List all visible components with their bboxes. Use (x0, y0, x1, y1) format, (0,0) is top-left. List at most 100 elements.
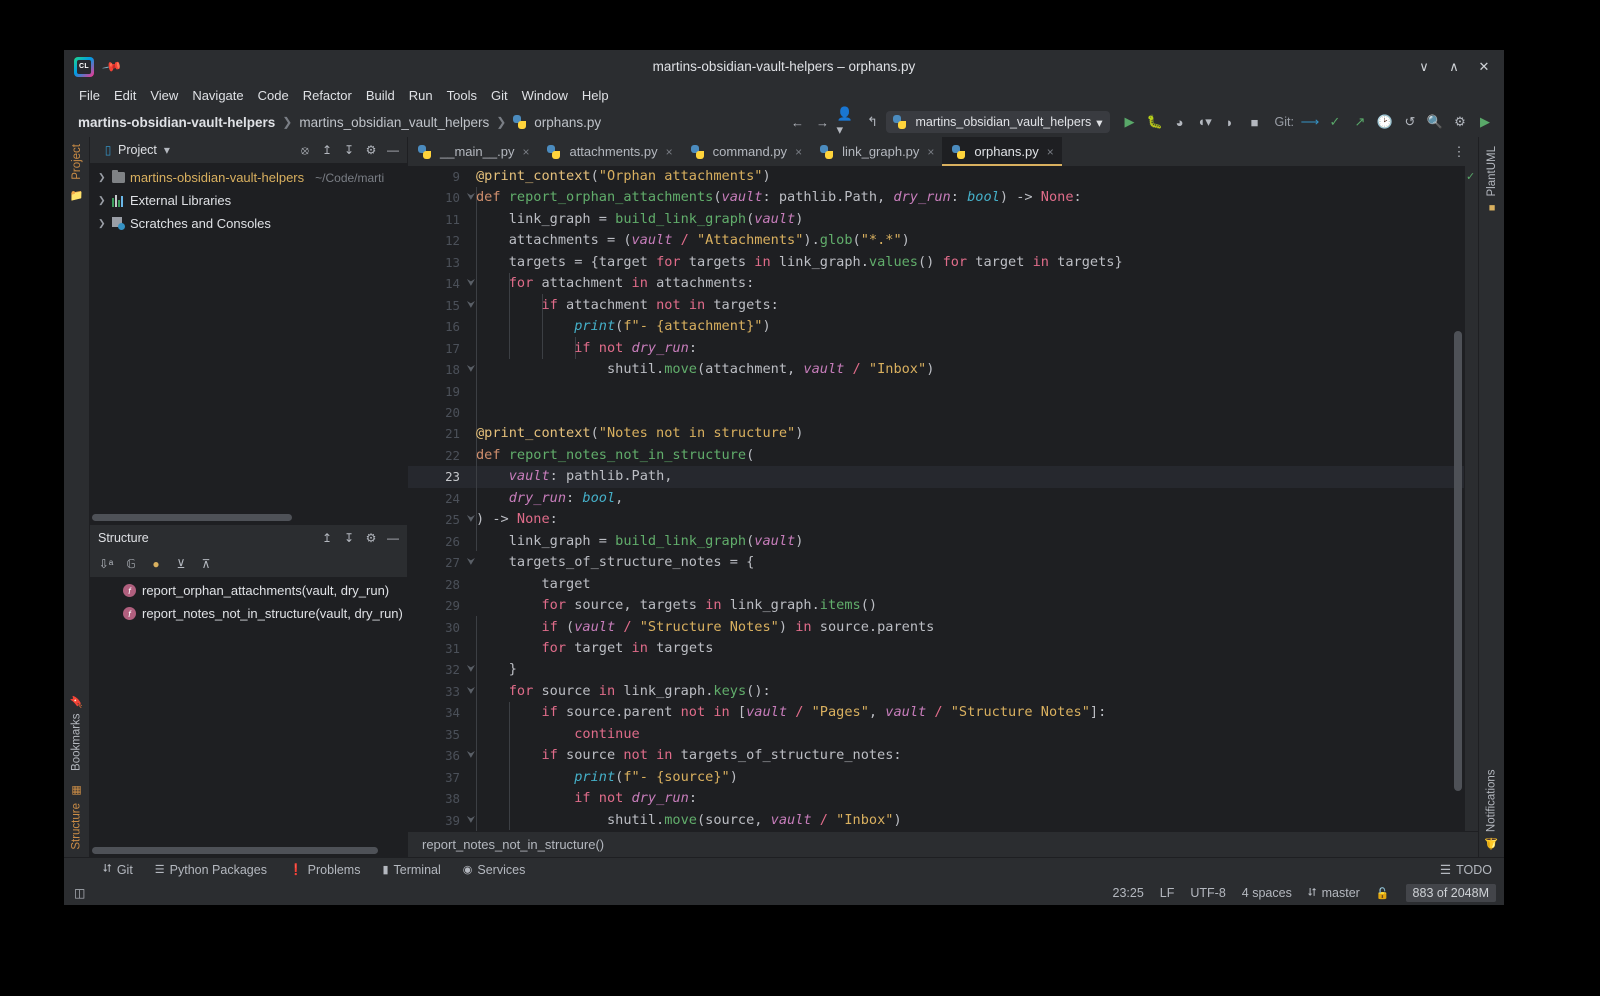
editor-tab-link_graph[interactable]: link_graph.py × (810, 137, 942, 166)
push-icon[interactable]: ↗ (1349, 111, 1371, 133)
hide-panel-icon[interactable]: — (383, 528, 403, 548)
structure-horizontal-scrollbar[interactable] (92, 847, 378, 854)
close-icon[interactable]: × (666, 145, 673, 159)
editor-tab-attachments[interactable]: attachments.py × (537, 137, 680, 166)
select-opened-file-icon[interactable]: ⦻ (295, 140, 315, 160)
expand-all-icon[interactable]: ↥ (317, 140, 337, 160)
sort-alphabetically-icon[interactable]: ⇩ᵃ (95, 554, 117, 574)
editor-tab-orphans[interactable]: orphans.py × (942, 137, 1063, 166)
breadcrumb-file[interactable]: orphans.py (534, 115, 601, 130)
menu-window[interactable]: Window (515, 86, 575, 105)
structure-item[interactable]: f report_orphan_attachments(vault, dry_r… (90, 579, 407, 602)
menu-tools[interactable]: Tools (440, 86, 484, 105)
breadcrumb-package[interactable]: martins_obsidian_vault_helpers (299, 115, 489, 130)
update-project-icon[interactable]: ⟶ (1299, 111, 1321, 133)
close-icon[interactable]: × (1047, 145, 1054, 159)
run-button[interactable]: ▶ (1119, 111, 1141, 133)
editor-tab-command[interactable]: command.py × (681, 137, 810, 166)
chevron-right-icon[interactable]: ❯ (98, 218, 106, 229)
arrow-right-icon[interactable]: → (811, 111, 833, 133)
structure-list[interactable]: f report_orphan_attachments(vault, dry_r… (90, 577, 407, 857)
code-editor[interactable]: 9 10 11 12 13 14 15 16 17 18 19 20 21 22 23 24 25 26 27 28 2… (408, 166, 1464, 831)
menu-navigate[interactable]: Navigate (185, 86, 250, 105)
tool-tab-plantuml[interactable]: ■ PlantUML (1486, 139, 1498, 221)
tool-tab-bookmarks[interactable]: Bookmarks 🔖 (70, 688, 84, 778)
show-inherited-icon[interactable]: 𝔾 (120, 554, 142, 574)
tool-button-terminal[interactable]: ▮ Terminal (371, 863, 451, 877)
close-icon[interactable]: × (795, 145, 802, 159)
stop-button[interactable]: ■ (1244, 111, 1266, 133)
run-with-coverage-button[interactable]: ◕ (1169, 111, 1191, 133)
commit-icon[interactable]: ✓ (1324, 111, 1346, 133)
tool-button-services[interactable]: ◉ Services (452, 863, 537, 877)
structure-item[interactable]: f report_notes_not_in_structure(vault, d… (90, 602, 407, 625)
navigate-up-icon[interactable]: ↰ (861, 111, 883, 133)
maximize-button[interactable]: ∧ (1442, 56, 1466, 78)
inspection-marker-gutter[interactable]: ✓ (1464, 166, 1478, 831)
tool-tab-structure[interactable]: Structure ▦ (70, 778, 84, 857)
show-imported-icon[interactable]: ⊻ (170, 554, 192, 574)
settings-gear-icon[interactable]: ⚙ (361, 528, 381, 548)
caret-position[interactable]: 23:25 (1113, 886, 1144, 900)
tool-button-todo[interactable]: ☰ TODO (1440, 862, 1492, 878)
tree-item-scratches[interactable]: ❯ Scratches and Consoles (90, 212, 407, 235)
tool-button-git[interactable]: ⮃ Git (92, 863, 144, 877)
ai-assistant-icon[interactable]: ▶ (1474, 111, 1496, 133)
tree-item-external-libraries[interactable]: ❯ External Libraries (90, 189, 407, 212)
hide-panel-icon[interactable]: — (383, 140, 403, 160)
menu-build[interactable]: Build (359, 86, 402, 105)
code-text[interactable]: @print_context("Orphan attachments") def… (476, 166, 1464, 831)
chevron-right-icon[interactable]: ❯ (98, 195, 106, 206)
run-configuration-selector[interactable]: martins_obsidian_vault_helpers ▾ (886, 111, 1110, 133)
tool-button-python-packages[interactable]: ☰ Python Packages (144, 863, 278, 877)
search-everywhere-icon[interactable]: 🔍 (1424, 111, 1446, 133)
file-encoding[interactable]: UTF-8 (1190, 886, 1225, 900)
memory-indicator[interactable]: 883 of 2048M (1405, 884, 1496, 902)
expand-all-icon[interactable]: ↥ (317, 528, 337, 548)
show-properties-icon[interactable]: ⊼ (195, 554, 217, 574)
menu-file[interactable]: File (72, 86, 107, 105)
project-tree[interactable]: ❯ martins-obsidian-vault-helpers ~/Code/… (90, 163, 407, 524)
editor-tab-__main__[interactable]: __main__.py × (408, 137, 537, 166)
menu-edit[interactable]: Edit (107, 86, 143, 105)
profile-button[interactable]: ◖▾ (1194, 111, 1216, 133)
more-options-icon[interactable]: ⋮ (1448, 141, 1470, 163)
tool-tab-project[interactable]: Project (71, 137, 83, 187)
settings-gear-icon[interactable]: ⚙ (1449, 111, 1471, 133)
rollback-icon[interactable]: ↺ (1399, 111, 1421, 133)
menu-refactor[interactable]: Refactor (296, 86, 359, 105)
menu-code[interactable]: Code (251, 86, 296, 105)
collapse-all-icon[interactable]: ↧ (339, 140, 359, 160)
read-write-lock-icon[interactable]: 🔓 (1376, 887, 1390, 900)
settings-gear-icon[interactable]: ⚙ (361, 140, 381, 160)
editor-breadcrumb[interactable]: report_notes_not_in_structure() (408, 831, 1478, 857)
show-fields-icon[interactable]: ● (145, 554, 167, 574)
editor-vertical-scrollbar[interactable] (1454, 331, 1462, 791)
attach-debugger-button[interactable]: ◗ (1219, 111, 1241, 133)
history-icon[interactable]: 🕑 (1374, 111, 1396, 133)
close-button[interactable]: ✕ (1472, 56, 1496, 78)
recent-files-icon[interactable]: 👤▾ (836, 106, 858, 137)
debug-button[interactable]: 🐛 (1144, 111, 1166, 133)
minimize-button[interactable]: ∨ (1412, 56, 1436, 78)
tool-button-problems[interactable]: ❗ Problems (278, 863, 372, 877)
line-separator[interactable]: LF (1160, 886, 1175, 900)
menu-run[interactable]: Run (402, 86, 440, 105)
tool-tab-notifications[interactable]: 🔔 Notifications (1485, 762, 1499, 857)
close-icon[interactable]: × (927, 145, 934, 159)
breadcrumb-project[interactable]: martins-obsidian-vault-helpers (78, 115, 275, 130)
project-folder-icon[interactable]: 📁 (70, 189, 84, 202)
close-icon[interactable]: × (522, 145, 529, 159)
arrow-left-icon[interactable]: ← (786, 111, 808, 133)
tree-item-project[interactable]: ❯ martins-obsidian-vault-helpers ~/Code/… (90, 166, 407, 189)
layout-toggle-icon[interactable]: ◫ (74, 886, 85, 900)
indent-setting[interactable]: 4 spaces (1242, 886, 1292, 900)
collapse-all-icon[interactable]: ↧ (339, 528, 359, 548)
chevron-right-icon[interactable]: ❯ (98, 172, 106, 183)
project-tree-horizontal-scrollbar[interactable] (92, 514, 292, 521)
git-branch-widget[interactable]: ⮃ master (1308, 886, 1360, 900)
pin-icon[interactable]: 📌 (101, 55, 123, 77)
chevron-down-icon[interactable]: ▾ (157, 140, 177, 160)
source-code[interactable]: @print_context("Orphan attachments") def… (476, 166, 1464, 831)
menu-git[interactable]: Git (484, 86, 515, 105)
